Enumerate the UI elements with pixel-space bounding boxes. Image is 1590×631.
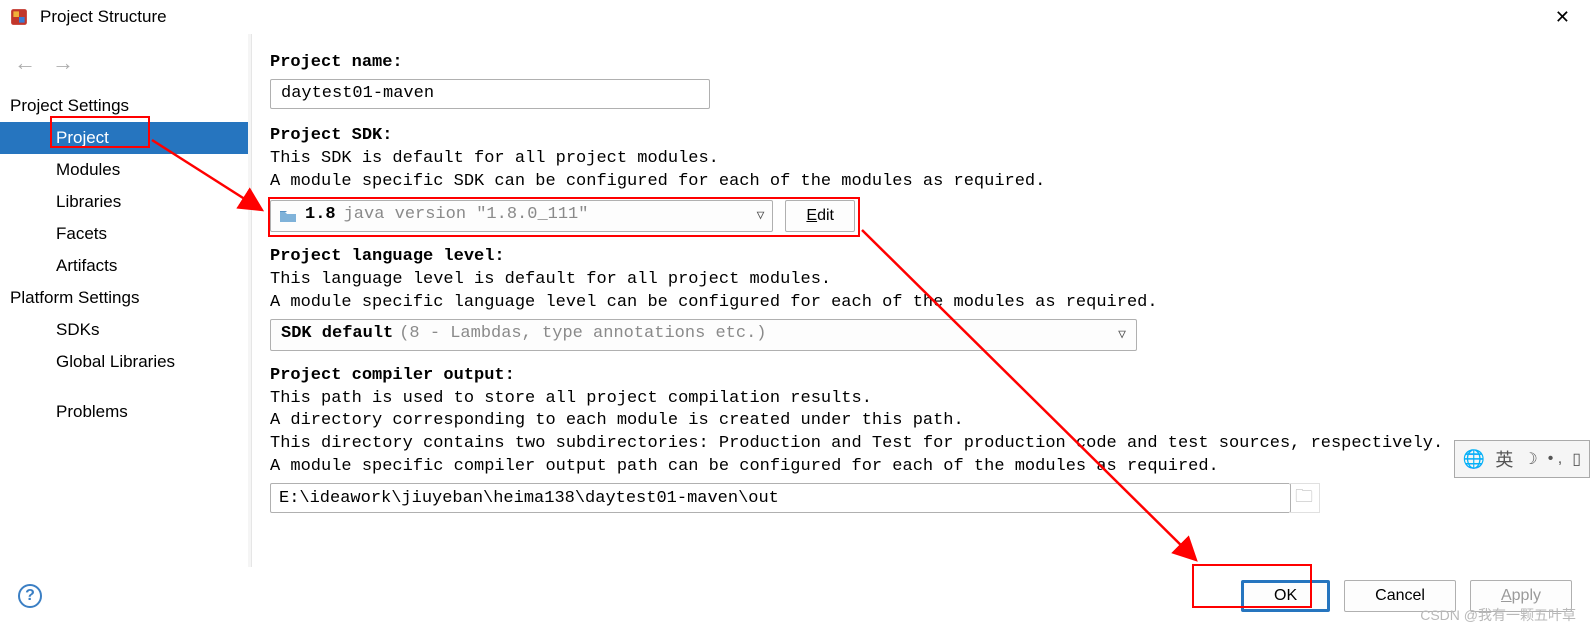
window-title: Project Structure	[40, 7, 167, 27]
nav-arrows: ← →	[0, 42, 250, 90]
chevron-down-icon: ▽	[1118, 326, 1126, 344]
language-level-section: Project language level: This language le…	[270, 246, 1570, 351]
help-icon[interactable]: ?	[18, 584, 42, 608]
sidebar-item-libraries[interactable]: Libraries	[0, 186, 250, 218]
project-sdk-label: Project SDK:	[270, 125, 1570, 148]
globe-icon: 🌐	[1463, 449, 1485, 470]
language-level-label: Project language level:	[270, 246, 1570, 269]
nav-forward-icon[interactable]: →	[52, 50, 74, 76]
compiler-output-desc4: A module specific compiler output path c…	[270, 456, 1570, 479]
edit-sdk-button[interactable]: Edit	[785, 200, 855, 232]
sdk-select[interactable]: 1.8 java version "1.8.0_111" ▽	[270, 200, 773, 232]
sdk-version: java version "1.8.0_111"	[344, 204, 757, 227]
project-name-label: Project name:	[270, 52, 1570, 75]
compiler-output-input[interactable]	[270, 483, 1291, 513]
moon-icon: ☽	[1523, 449, 1537, 469]
sidebar-item-global-libraries[interactable]: Global Libraries	[0, 346, 250, 378]
bottom-bar: ? OK Cancel Apply	[0, 567, 1590, 631]
bullet-quote-icon: • ,	[1548, 450, 1563, 468]
sidebar-item-project[interactable]: Project	[0, 122, 250, 154]
ok-button[interactable]: OK	[1241, 580, 1330, 612]
compiler-output-section: Project compiler output: This path is us…	[270, 365, 1570, 514]
sdk-name: 1.8	[305, 204, 336, 227]
project-name-section: Project name:	[270, 52, 1570, 109]
project-sdk-desc2: A module specific SDK can be configured …	[270, 171, 1570, 194]
content-panel: Project name: Project SDK: This SDK is d…	[250, 34, 1590, 567]
project-sdk-desc1: This SDK is default for all project modu…	[270, 148, 1570, 171]
close-icon[interactable]: ✕	[1545, 7, 1580, 28]
main-area: ← → Project Settings Project Modules Lib…	[0, 34, 1590, 567]
sidebar: ← → Project Settings Project Modules Lib…	[0, 34, 250, 567]
sidebar-item-problems[interactable]: Problems	[0, 396, 250, 428]
sidebar-splitter[interactable]	[248, 34, 252, 567]
watermark: CSDN @我有一颗五叶草	[1420, 605, 1576, 625]
square-icon: ▯	[1572, 449, 1581, 469]
folder-icon	[279, 209, 297, 223]
compiler-output-desc2: A directory corresponding to each module…	[270, 410, 1570, 433]
sidebar-item-facets[interactable]: Facets	[0, 218, 250, 250]
compiler-output-desc3: This directory contains two subdirectori…	[270, 433, 1570, 456]
project-name-input[interactable]	[270, 79, 710, 109]
language-level-desc2: A module specific language level can be …	[270, 292, 1570, 315]
app-icon	[10, 8, 28, 26]
titlebar: Project Structure ✕	[0, 0, 1590, 34]
sidebar-item-sdks[interactable]: SDKs	[0, 314, 250, 346]
language-level-select[interactable]: SDK default (8 - Lambdas, type annotatio…	[270, 319, 1137, 351]
sdk-row: 1.8 java version "1.8.0_111" ▽ Edit	[270, 200, 855, 232]
ime-lang: 英	[1495, 446, 1513, 472]
project-sdk-section: Project SDK: This SDK is default for all…	[270, 125, 1570, 232]
compiler-output-row: 🗀	[270, 483, 1320, 513]
sidebar-heading-platform-settings: Platform Settings	[0, 282, 250, 314]
sidebar-heading-project-settings: Project Settings	[0, 90, 250, 122]
sidebar-item-modules[interactable]: Modules	[0, 154, 250, 186]
browse-folder-icon[interactable]: 🗀	[1289, 483, 1320, 513]
chevron-down-icon: ▽	[757, 207, 765, 225]
compiler-output-desc1: This path is used to store all project c…	[270, 388, 1570, 411]
ime-widget[interactable]: 🌐 英 ☽ • , ▯	[1454, 440, 1590, 478]
sidebar-item-artifacts[interactable]: Artifacts	[0, 250, 250, 282]
language-level-desc1: This language level is default for all p…	[270, 269, 1570, 292]
language-level-detail: (8 - Lambdas, type annotations etc.)	[399, 323, 1118, 346]
nav-back-icon[interactable]: ←	[14, 50, 36, 76]
language-level-value: SDK default	[281, 323, 393, 346]
compiler-output-label: Project compiler output:	[270, 365, 1570, 388]
